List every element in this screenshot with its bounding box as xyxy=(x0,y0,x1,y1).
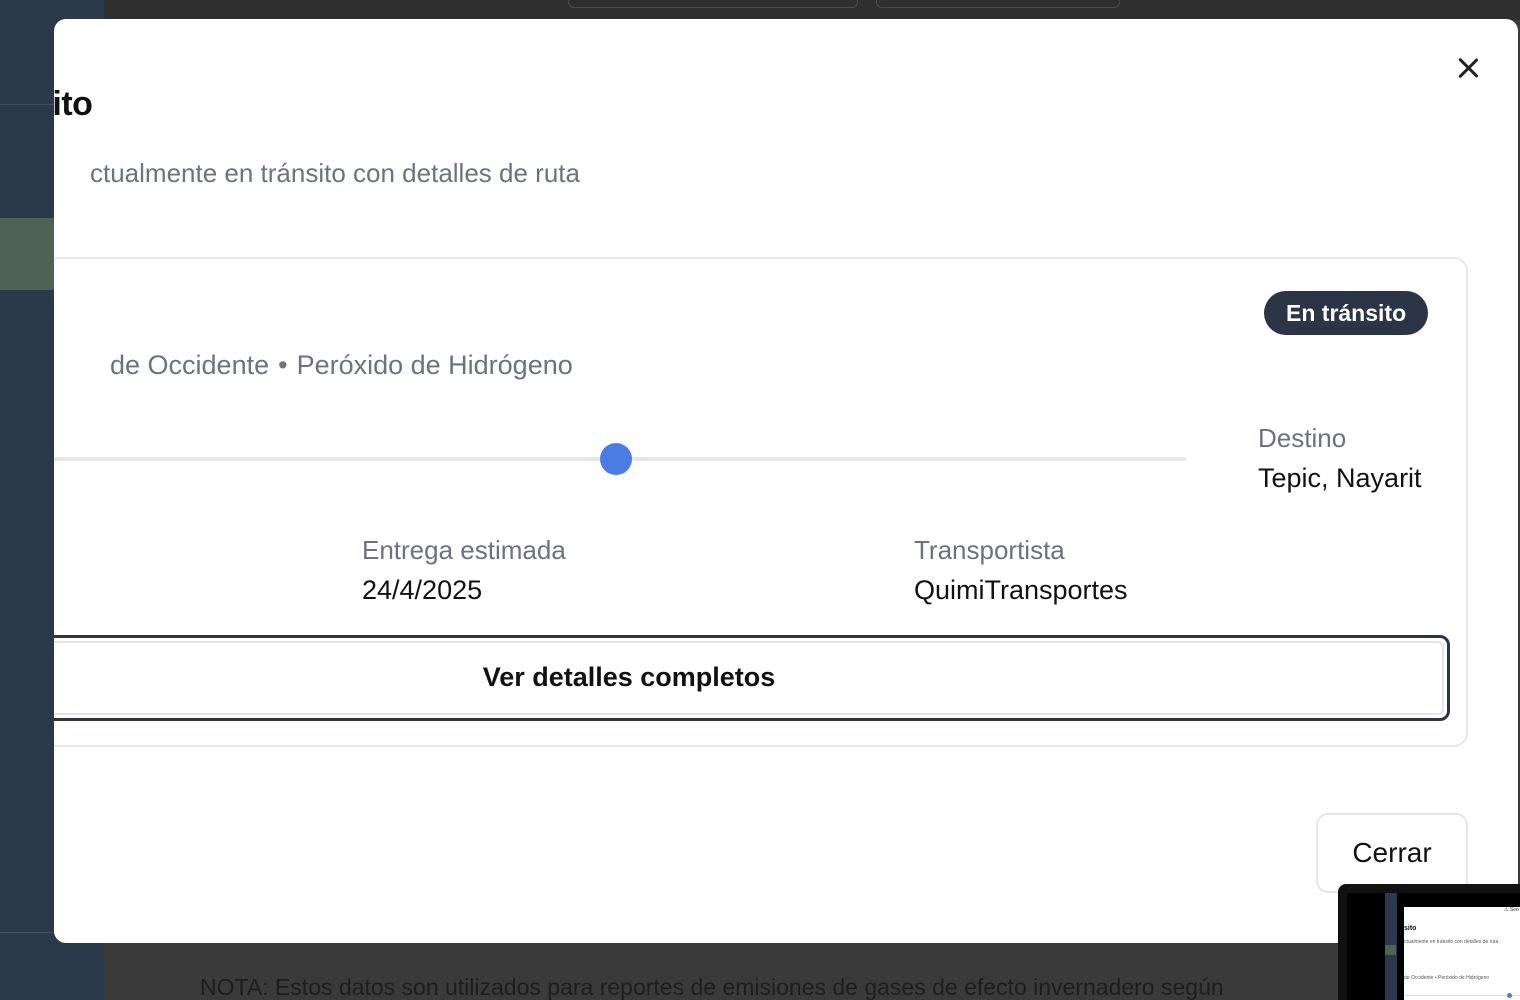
carrier-value: QuimiTransportes xyxy=(914,575,1128,605)
thumbnail-modal: ⚠ Seo sito ctualmente en tránsito con de… xyxy=(1404,907,1520,1000)
thumbnail-progress-track xyxy=(1404,995,1520,996)
background-input xyxy=(568,0,858,8)
shipment-subtitle: de Occidente • Peróxido de Hidrógeno xyxy=(110,350,573,381)
modal-description: ctualmente en tránsito con detalles de r… xyxy=(90,158,580,188)
route-progress-marker xyxy=(600,443,632,475)
thumbnail-sidebar-active xyxy=(1385,945,1396,955)
shipment-origin: de Occidente xyxy=(110,350,270,380)
destination-value: Tepic, Nayarit xyxy=(1258,463,1422,493)
eta-label: Entrega estimada xyxy=(362,535,566,565)
thumbnail-progress-marker xyxy=(1507,993,1512,998)
shipment-card: En tránsito de Occidente • Peróxido de Hid… xyxy=(54,257,1468,747)
background-topbar xyxy=(104,0,1520,20)
thumbnail-corner-text: ⚠ Seo xyxy=(1504,907,1519,913)
thumbnail-description: ctualmente en tránsito con detalles de r… xyxy=(1404,939,1499,945)
carrier-label: Transportista xyxy=(914,535,1065,565)
destination-label: Destino xyxy=(1258,423,1347,453)
background-input xyxy=(876,0,1120,8)
thumbnail-title: sito xyxy=(1404,925,1417,932)
view-details-label: Ver detalles completos xyxy=(482,662,776,692)
view-details-button[interactable]: Ver detalles completos xyxy=(54,635,1450,721)
thumbnail-subtitle: de Occidente • Peróxido de Hidrógeno xyxy=(1404,975,1490,981)
screenshot-thumbnail[interactable]: ⚠ Seo sito ctualmente en tránsito con de… xyxy=(1338,884,1520,1000)
shipment-material: Peróxido de Hidrógeno xyxy=(296,350,573,380)
thumbnail-screen: ⚠ Seo sito ctualmente en tránsito con de… xyxy=(1347,893,1520,1000)
close-button[interactable]: Cerrar xyxy=(1316,813,1468,893)
close-icon[interactable] xyxy=(1449,49,1487,87)
shipment-modal: sito ctualmente en tránsito con detalles… xyxy=(54,19,1518,943)
modal-title: sito xyxy=(54,85,93,123)
eta-value: 24/4/2025 xyxy=(362,575,483,605)
background-note: NOTA: Estos datos son utilizados para re… xyxy=(200,974,1224,1000)
thumbnail-sidebar xyxy=(1385,893,1397,1000)
status-badge: En tránsito xyxy=(1264,291,1429,335)
separator-dot: • xyxy=(278,350,288,380)
